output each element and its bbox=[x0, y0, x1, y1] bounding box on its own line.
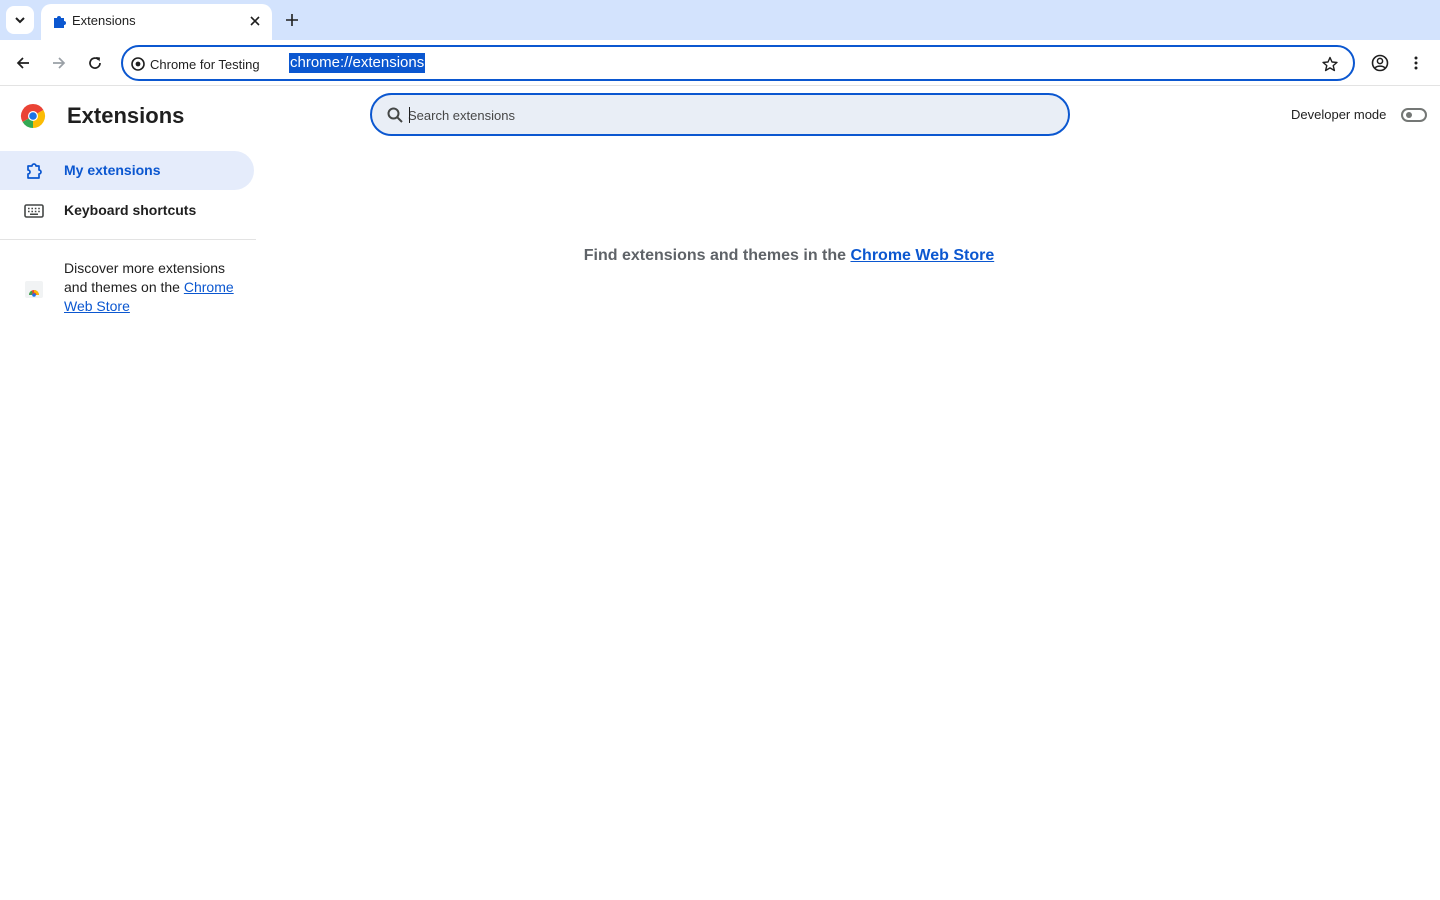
reload-icon bbox=[89, 57, 101, 69]
url-text[interactable]: chrome://extensions bbox=[289, 53, 426, 73]
tab-extensions[interactable]: Extensions bbox=[41, 4, 272, 40]
browser-toolbar: Chrome for Testing chrome://extensions bbox=[0, 40, 1440, 86]
forward-button[interactable] bbox=[45, 49, 73, 77]
tab-title: Extensions bbox=[72, 13, 136, 28]
chrome-web-store-link[interactable]: Chrome Web Store bbox=[850, 247, 994, 264]
chrome-for-testing-logo-icon bbox=[20, 104, 46, 128]
chrome-web-store-icon bbox=[25, 281, 43, 298]
chrome-logo-icon bbox=[131, 57, 145, 71]
developer-mode-label: Developer mode bbox=[1291, 107, 1387, 122]
search-input[interactable] bbox=[408, 104, 1008, 126]
page-title: Extensions bbox=[67, 103, 185, 128]
keyboard-icon bbox=[24, 201, 44, 221]
star-icon bbox=[1322, 56, 1338, 72]
bookmark-button[interactable] bbox=[1319, 53, 1341, 75]
close-tab-button[interactable] bbox=[246, 12, 264, 30]
more-vertical-icon bbox=[1414, 56, 1418, 70]
no-extensions-message: Find extensions and themes in the Chrome… bbox=[0, 247, 1440, 265]
back-button[interactable] bbox=[9, 49, 37, 77]
plus-icon bbox=[286, 14, 298, 26]
sidebar-divider bbox=[0, 239, 256, 240]
tab-strip: Extensions bbox=[0, 0, 1440, 40]
sidebar-item-keyboard-shortcuts[interactable]: Keyboard shortcuts bbox=[0, 191, 254, 230]
reload-button[interactable] bbox=[81, 49, 109, 77]
browser-menu-button[interactable] bbox=[1405, 51, 1427, 75]
close-icon bbox=[250, 16, 260, 26]
discover-more-text: Discover more extensions and themes on t… bbox=[64, 259, 244, 316]
site-info-chip[interactable]: Chrome for Testing bbox=[131, 55, 260, 73]
new-tab-button[interactable] bbox=[280, 8, 304, 32]
tab-search-button[interactable] bbox=[6, 6, 34, 34]
sidebar-item-label: Keyboard shortcuts bbox=[64, 202, 197, 218]
extension-puzzle-icon bbox=[54, 16, 66, 28]
account-circle-icon bbox=[1371, 54, 1389, 72]
empty-state-text: Find extensions and themes in the bbox=[583, 247, 847, 264]
search-icon bbox=[387, 107, 403, 123]
search-extensions-box[interactable] bbox=[370, 93, 1070, 136]
developer-mode-toggle[interactable] bbox=[1401, 108, 1427, 122]
extensions-page: Extensions Developer mode My extensions … bbox=[0, 87, 1440, 900]
address-bar[interactable]: Chrome for Testing chrome://extensions bbox=[121, 45, 1355, 81]
text-caret bbox=[409, 107, 410, 123]
chevron-down-icon bbox=[15, 17, 25, 24]
arrow-left-icon bbox=[16, 57, 29, 69]
extension-puzzle-icon bbox=[24, 161, 44, 181]
sidebar-item-my-extensions[interactable]: My extensions bbox=[0, 151, 254, 190]
toggle-knob bbox=[1406, 112, 1412, 118]
profile-button[interactable] bbox=[1368, 51, 1392, 75]
site-label: Chrome for Testing bbox=[150, 56, 260, 72]
arrow-right-icon bbox=[53, 57, 66, 69]
sidebar-item-label: My extensions bbox=[64, 162, 161, 178]
